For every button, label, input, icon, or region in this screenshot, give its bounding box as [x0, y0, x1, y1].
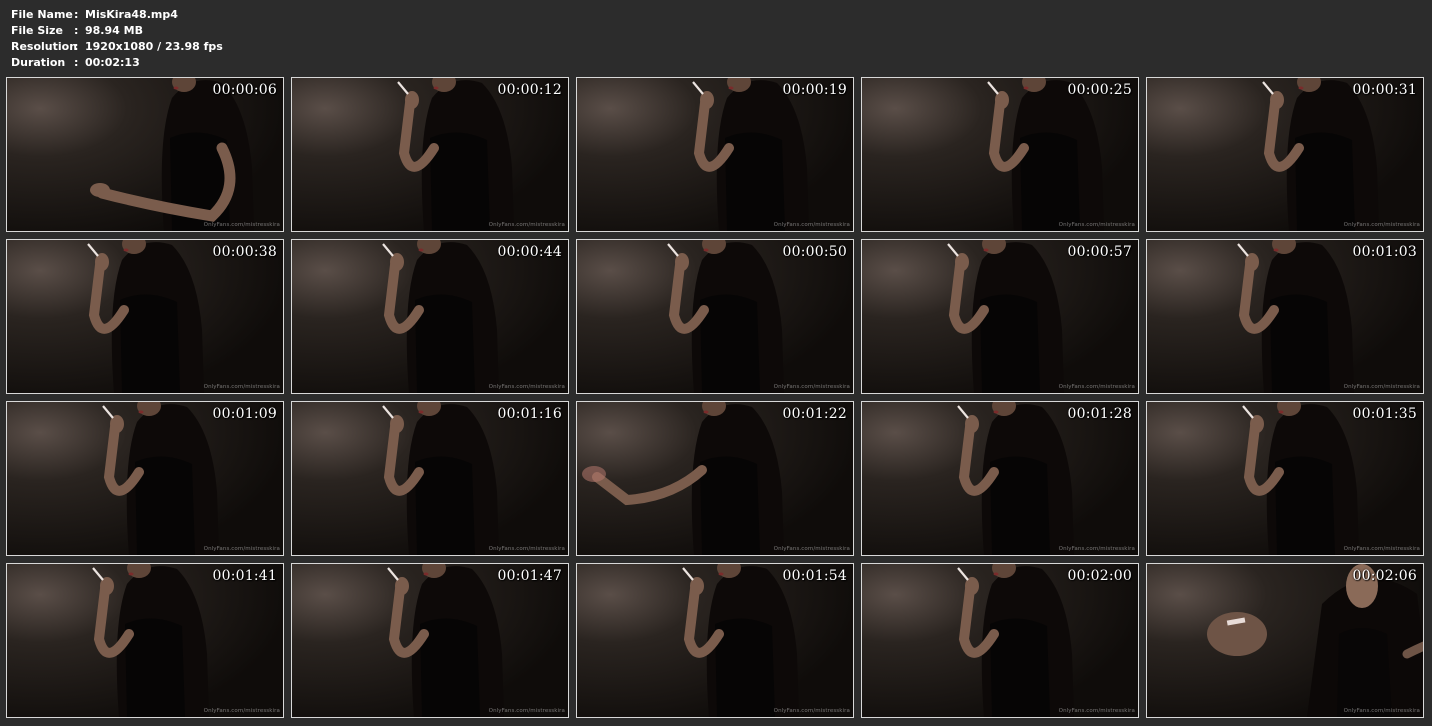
frame-timestamp: 00:02:00 — [1067, 568, 1132, 584]
frame-watermark: OnlyFans.com/mistresskira — [203, 546, 280, 552]
frame-watermark: OnlyFans.com/mistresskira — [203, 384, 280, 390]
frame-timestamp: 00:02:06 — [1352, 568, 1417, 584]
frame-timestamp: 00:00:38 — [212, 244, 277, 260]
frame-watermark: OnlyFans.com/mistresskira — [488, 222, 565, 228]
video-frame-thumbnail[interactable]: 00:01:47 OnlyFans.com/mistresskira — [291, 563, 569, 718]
frame-timestamp: 00:01:35 — [1352, 406, 1417, 422]
frame-image — [1147, 564, 1423, 717]
video-frame-thumbnail[interactable]: 00:02:00 OnlyFans.com/mistresskira — [861, 563, 1139, 718]
frame-image — [862, 240, 1138, 393]
frame-watermark: OnlyFans.com/mistresskira — [773, 384, 850, 390]
video-frame-thumbnail[interactable]: 00:00:06 OnlyFans.com/mistresskira — [6, 77, 284, 232]
video-frame-thumbnail[interactable]: 00:00:50 OnlyFans.com/mistresskira — [576, 239, 854, 394]
frame-timestamp: 00:00:50 — [782, 244, 847, 260]
frame-image — [862, 78, 1138, 231]
frame-watermark: OnlyFans.com/mistresskira — [1058, 384, 1135, 390]
frame-timestamp: 00:00:19 — [782, 82, 847, 98]
frame-watermark: OnlyFans.com/mistresskira — [203, 708, 280, 714]
frame-image — [862, 402, 1138, 555]
video-frame-thumbnail[interactable]: 00:01:28 OnlyFans.com/mistresskira — [861, 401, 1139, 556]
frame-watermark: OnlyFans.com/mistresskira — [488, 546, 565, 552]
video-frame-thumbnail[interactable]: 00:01:09 OnlyFans.com/mistresskira — [6, 401, 284, 556]
frame-watermark: OnlyFans.com/mistresskira — [773, 708, 850, 714]
frame-watermark: OnlyFans.com/mistresskira — [1343, 222, 1420, 228]
video-frame-thumbnail[interactable]: 00:01:35 OnlyFans.com/mistresskira — [1146, 401, 1424, 556]
frame-timestamp: 00:01:41 — [212, 568, 277, 584]
frame-timestamp: 00:01:47 — [497, 568, 562, 584]
frame-watermark: OnlyFans.com/mistresskira — [773, 222, 850, 228]
frame-image — [7, 240, 283, 393]
frame-timestamp: 00:01:54 — [782, 568, 847, 584]
frame-timestamp: 00:01:22 — [782, 406, 847, 422]
frame-watermark: OnlyFans.com/mistresskira — [1343, 708, 1420, 714]
video-frame-thumbnail[interactable]: 00:01:03 OnlyFans.com/mistresskira — [1146, 239, 1424, 394]
frame-image — [7, 402, 283, 555]
video-frame-thumbnail[interactable]: 00:00:25 OnlyFans.com/mistresskira — [861, 77, 1139, 232]
video-frame-thumbnail[interactable]: 00:00:57 OnlyFans.com/mistresskira — [861, 239, 1139, 394]
frame-watermark: OnlyFans.com/mistresskira — [1343, 384, 1420, 390]
frame-image — [1147, 78, 1423, 231]
frame-timestamp: 00:00:06 — [212, 82, 277, 98]
frame-image — [1147, 240, 1423, 393]
video-frame-thumbnail[interactable]: 00:00:44 OnlyFans.com/mistresskira — [291, 239, 569, 394]
video-frame-thumbnail[interactable]: 00:01:16 OnlyFans.com/mistresskira — [291, 401, 569, 556]
video-frame-thumbnail[interactable]: 00:00:31 OnlyFans.com/mistresskira — [1146, 77, 1424, 232]
frame-timestamp: 00:00:12 — [497, 82, 562, 98]
frame-timestamp: 00:01:09 — [212, 406, 277, 422]
video-frame-thumbnail[interactable]: 00:01:22 OnlyFans.com/mistresskira — [576, 401, 854, 556]
video-frame-thumbnail[interactable]: 00:00:19 OnlyFans.com/mistresskira — [576, 77, 854, 232]
frame-image — [292, 402, 568, 555]
video-frame-thumbnail[interactable]: 00:01:41 OnlyFans.com/mistresskira — [6, 563, 284, 718]
frame-image — [577, 78, 853, 231]
frame-watermark: OnlyFans.com/mistresskira — [488, 708, 565, 714]
frame-image — [7, 78, 283, 231]
frame-watermark: OnlyFans.com/mistresskira — [1058, 708, 1135, 714]
video-frame-thumbnail[interactable]: 00:01:54 OnlyFans.com/mistresskira — [576, 563, 854, 718]
frame-timestamp: 00:01:03 — [1352, 244, 1417, 260]
video-frame-thumbnail[interactable]: 00:00:38 OnlyFans.com/mistresskira — [6, 239, 284, 394]
frame-timestamp: 00:01:28 — [1067, 406, 1132, 422]
frame-image — [577, 564, 853, 717]
frame-timestamp: 00:00:44 — [497, 244, 562, 260]
frame-image — [292, 240, 568, 393]
frame-watermark: OnlyFans.com/mistresskira — [1058, 546, 1135, 552]
frame-image — [292, 78, 568, 231]
frame-image — [1147, 402, 1423, 555]
frame-timestamp: 00:00:31 — [1352, 82, 1417, 98]
video-frame-thumbnail[interactable]: 00:02:06 OnlyFans.com/mistresskira — [1146, 563, 1424, 718]
frame-watermark: OnlyFans.com/mistresskira — [488, 384, 565, 390]
frame-image — [862, 564, 1138, 717]
video-frame-thumbnail[interactable]: 00:00:12 OnlyFans.com/mistresskira — [291, 77, 569, 232]
frame-timestamp: 00:01:16 — [497, 406, 562, 422]
frame-timestamp: 00:00:25 — [1067, 82, 1132, 98]
frame-image — [7, 564, 283, 717]
frame-watermark: OnlyFans.com/mistresskira — [1343, 546, 1420, 552]
frame-image — [577, 240, 853, 393]
frame-watermark: OnlyFans.com/mistresskira — [203, 222, 280, 228]
frame-image — [292, 564, 568, 717]
thumbnail-grid: 00:00:06 OnlyFans.com/mistresskira 00:00:1… — [0, 0, 1432, 726]
frame-image — [577, 402, 853, 555]
frame-watermark: OnlyFans.com/mistresskira — [773, 546, 850, 552]
frame-watermark: OnlyFans.com/mistresskira — [1058, 222, 1135, 228]
frame-timestamp: 00:00:57 — [1067, 244, 1132, 260]
